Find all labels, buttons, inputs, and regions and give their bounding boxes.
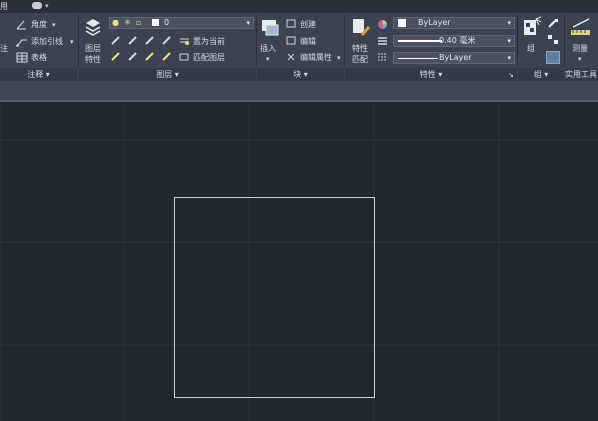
angle-dimension-button[interactable]: 角度	[31, 20, 47, 30]
panel-divider	[517, 15, 518, 67]
panel-divider	[256, 15, 257, 67]
layer-lock-icon[interactable]	[162, 36, 172, 46]
table-icon[interactable]	[16, 52, 28, 63]
layers-panel-footer[interactable]: 图层 ▾	[79, 68, 256, 81]
chevron-down-icon[interactable]: ▾	[337, 53, 341, 63]
ribbon-bottom-band	[0, 81, 598, 101]
add-leader-button[interactable]: 添加引线	[31, 37, 63, 47]
drawn-square[interactable]	[174, 197, 375, 398]
layer-isolate-icon[interactable]	[128, 36, 138, 46]
layer-dropdown[interactable]: ● ✳ ▫ 0 ▾	[109, 17, 254, 29]
layer-unisolate-icon[interactable]	[128, 52, 138, 62]
lineweight-preview	[398, 40, 442, 42]
layer-thaw-icon[interactable]	[145, 52, 155, 62]
create-block-icon[interactable]	[286, 19, 297, 29]
chevron-down-icon[interactable]: ▾	[45, 0, 49, 13]
layer-freeze-icon[interactable]	[145, 36, 155, 46]
layer-on-icon[interactable]	[111, 52, 121, 62]
chevron-down-icon: ▾	[507, 37, 511, 45]
chevron-down-icon[interactable]: ▾	[578, 54, 582, 64]
angle-dimension-icon[interactable]	[16, 19, 27, 30]
lineweight-value: 0.40 毫米	[439, 36, 476, 45]
ungroup-icon[interactable]	[547, 18, 559, 29]
match-properties-icon[interactable]	[350, 17, 372, 39]
color-wheel-icon[interactable]	[377, 19, 388, 30]
linetype-value: ByLayer	[439, 53, 472, 62]
unlock-icon: ▫	[136, 18, 142, 27]
group-selection-toggle-icon[interactable]	[546, 51, 560, 64]
match-properties-label-2[interactable]: 匹配	[352, 55, 368, 65]
properties-panel-footer[interactable]: 特性 ▾	[345, 68, 517, 81]
layer-off-icon[interactable]	[111, 36, 121, 46]
color-dropdown[interactable]: ByLayer ▾	[393, 17, 515, 29]
table-button[interactable]: 表格	[31, 53, 47, 63]
group-panel-footer[interactable]: 组 ▾	[518, 68, 564, 81]
chevron-down-icon: ▾	[246, 19, 250, 27]
panel-divider	[78, 15, 79, 67]
set-current-icon[interactable]	[179, 36, 190, 46]
insert-block-icon[interactable]	[260, 17, 280, 39]
ruler-icon[interactable]	[570, 16, 592, 38]
group-button[interactable]: 组	[527, 44, 535, 54]
group-edit-icon[interactable]	[547, 34, 559, 45]
linetype-icon[interactable]	[377, 52, 388, 62]
panel-divider	[564, 15, 565, 67]
panel-divider	[344, 15, 345, 67]
set-current-button[interactable]: 置为当前	[193, 37, 225, 47]
match-properties-label-1[interactable]: 特性	[352, 44, 368, 54]
lightbulb-icon: ●	[112, 18, 119, 27]
chevron-down-icon[interactable]: ▾	[70, 37, 74, 47]
group-icon[interactable]	[522, 16, 542, 38]
color-value: ByLayer	[418, 18, 451, 27]
layer-name-value: 0	[164, 18, 170, 27]
measure-button[interactable]: 测量	[572, 44, 588, 54]
match-layer-button[interactable]: 匹配图层	[193, 53, 225, 63]
multileader-icon[interactable]	[16, 36, 28, 47]
edit-block-icon[interactable]	[286, 36, 297, 46]
annotation-text-label[interactable]: 注	[0, 44, 8, 54]
layer-properties-label-1[interactable]: 图层	[85, 44, 101, 54]
layer-properties-icon[interactable]	[83, 17, 103, 39]
match-layer-icon[interactable]	[179, 52, 190, 62]
lineweight-icon[interactable]	[377, 36, 388, 46]
layer-properties-label-2[interactable]: 特性	[85, 55, 101, 65]
dialog-launcher-icon[interactable]: ↘	[508, 70, 514, 80]
block-panel-footer[interactable]: 块 ▾	[257, 68, 344, 81]
layer-color-swatch	[152, 19, 159, 26]
linetype-preview	[398, 58, 438, 59]
annotation-panel-footer[interactable]: 注释 ▾	[0, 68, 77, 81]
edit-attributes-icon[interactable]	[286, 52, 297, 62]
create-block-button[interactable]: 创建	[300, 20, 316, 30]
chevron-down-icon: ▾	[507, 54, 511, 62]
linetype-dropdown[interactable]: ByLayer ▾	[393, 52, 515, 64]
color-swatch	[398, 19, 406, 27]
ribbon-tab-bar	[0, 0, 598, 13]
edit-attributes-button[interactable]: 编辑属性	[300, 53, 332, 63]
chevron-down-icon: ▾	[507, 19, 511, 27]
insert-button[interactable]: 插入	[260, 44, 276, 54]
lineweight-dropdown[interactable]: 0.40 毫米 ▾	[393, 35, 515, 47]
chevron-down-icon[interactable]: ▾	[266, 54, 270, 64]
tab-previous[interactable]: 用	[0, 0, 8, 13]
cloud-icon[interactable]	[32, 2, 42, 9]
chevron-down-icon[interactable]: ▾	[52, 20, 56, 30]
utilities-panel-footer[interactable]: 实用工具	[565, 68, 598, 81]
sun-icon: ✳	[124, 18, 131, 27]
edit-block-button[interactable]: 编辑	[300, 37, 316, 47]
layer-unlock-icon[interactable]	[162, 52, 172, 62]
